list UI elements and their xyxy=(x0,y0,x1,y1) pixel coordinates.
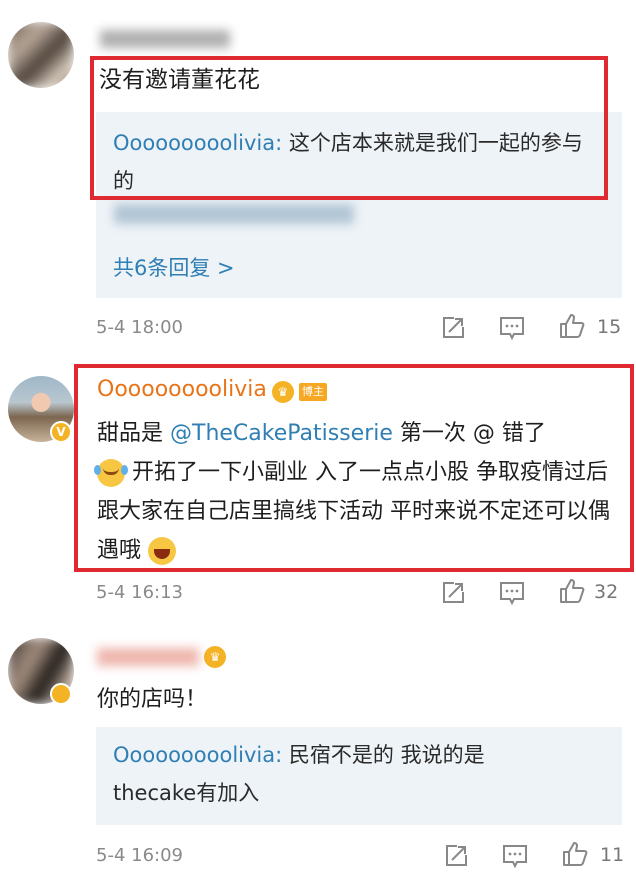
comment-text: 你的店吗！ xyxy=(97,687,208,712)
timestamp: 5-4 16:09 xyxy=(96,845,183,866)
like-icon[interactable] xyxy=(561,840,589,868)
highlight-frame xyxy=(74,364,634,572)
like-icon[interactable] xyxy=(558,577,586,605)
like-icon[interactable] xyxy=(558,312,586,340)
avatar[interactable] xyxy=(8,22,74,88)
username-redacted xyxy=(100,30,230,48)
comment-icon[interactable] xyxy=(499,315,525,341)
highlight-frame xyxy=(90,56,608,200)
reply-redacted xyxy=(114,204,354,224)
reply-text: Ooooooooolivia: 民宿不是的 我说的是thecake有加入 xyxy=(113,736,543,812)
reply-sep: : xyxy=(275,743,289,767)
timestamp: 5-4 18:00 xyxy=(96,317,183,338)
timestamp: 5-4 16:13 xyxy=(96,582,183,603)
verified-icon: V xyxy=(50,421,72,443)
like-count: 32 xyxy=(594,581,619,603)
repost-icon[interactable] xyxy=(440,580,466,606)
username-redacted xyxy=(97,648,199,666)
author-line: ♛ xyxy=(97,646,227,668)
reply-author-link[interactable]: Ooooooooolivia xyxy=(113,743,275,767)
reply-box[interactable]: Ooooooooolivia: 民宿不是的 我说的是thecake有加入 xyxy=(96,727,622,825)
repost-icon[interactable] xyxy=(443,843,469,869)
comment-icon[interactable] xyxy=(499,580,525,606)
more-replies-link[interactable]: 共6条回复 > xyxy=(113,252,235,282)
fan-crown-icon: ♛ xyxy=(204,646,227,668)
like-count: 15 xyxy=(597,316,622,338)
like-count: 11 xyxy=(600,844,625,866)
comment-icon[interactable] xyxy=(502,843,528,869)
repost-icon[interactable] xyxy=(440,315,466,341)
verified-icon xyxy=(50,683,72,705)
